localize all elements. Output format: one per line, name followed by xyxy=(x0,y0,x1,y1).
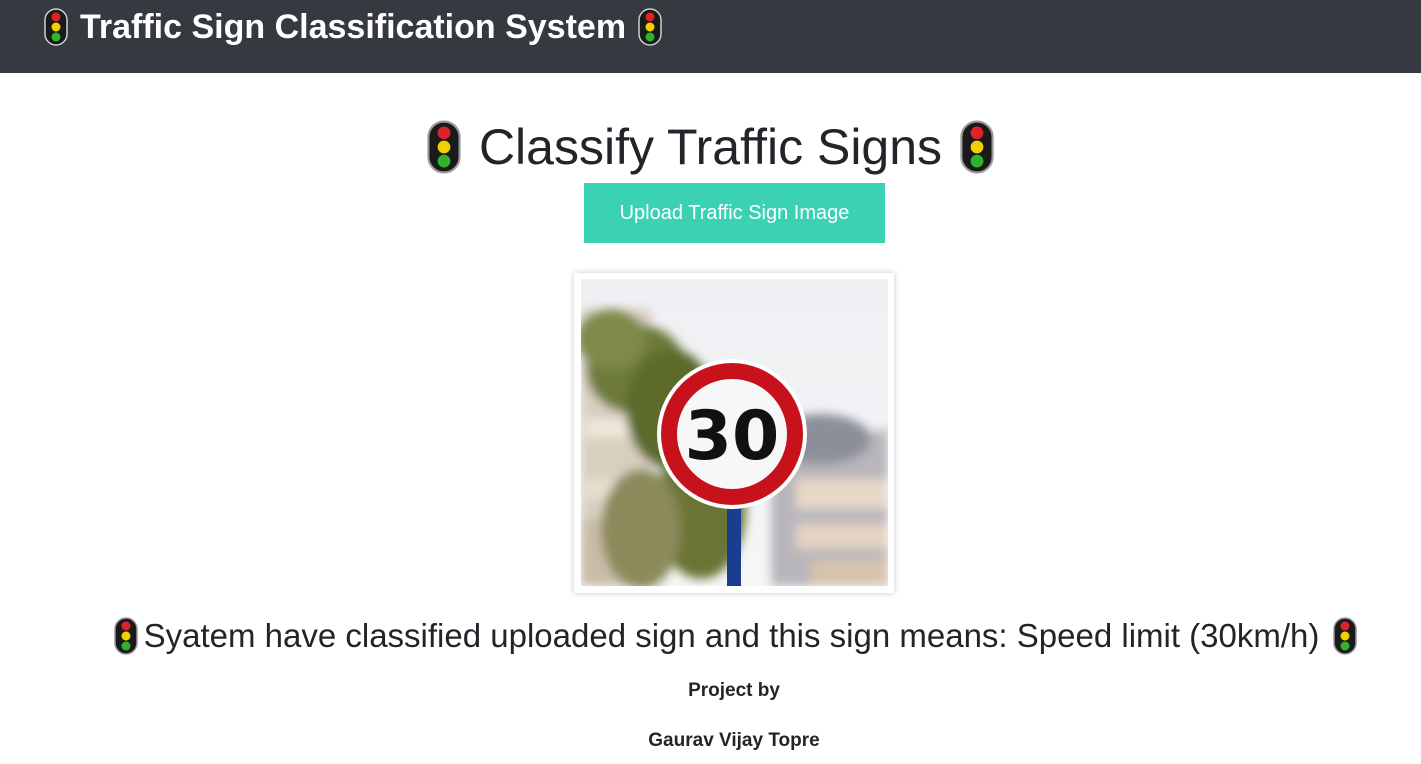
speed-limit-sign-image: 30 xyxy=(581,279,888,586)
page-title-text: Classify Traffic Signs xyxy=(478,119,943,175)
brand-title: Traffic Sign Classification System xyxy=(80,7,627,46)
upload-image-button[interactable]: Upload Traffic Sign Image xyxy=(584,183,885,243)
navbar: Traffic Sign Classification System xyxy=(0,0,1421,73)
author-name: Gaurav Vijay Topre xyxy=(648,730,820,751)
traffic-light-icon xyxy=(638,8,662,46)
credit-label: Project by xyxy=(688,680,780,701)
traffic-light-icon xyxy=(427,119,461,175)
traffic-light-icon xyxy=(1333,616,1358,656)
traffic-light-icon xyxy=(113,616,138,656)
result-text: Syatem have classified uploaded sign and… xyxy=(143,617,1320,654)
navbar-brand[interactable]: Traffic Sign Classification System xyxy=(44,6,662,48)
uploaded-image-frame: 30 xyxy=(574,273,894,593)
classification-result: Syatem have classified uploaded sign and… xyxy=(0,612,1421,660)
sign-number: 30 xyxy=(685,397,780,476)
traffic-light-icon xyxy=(960,119,994,175)
traffic-light-icon xyxy=(44,8,68,46)
page-title: Classify Traffic Signs xyxy=(0,112,1421,182)
